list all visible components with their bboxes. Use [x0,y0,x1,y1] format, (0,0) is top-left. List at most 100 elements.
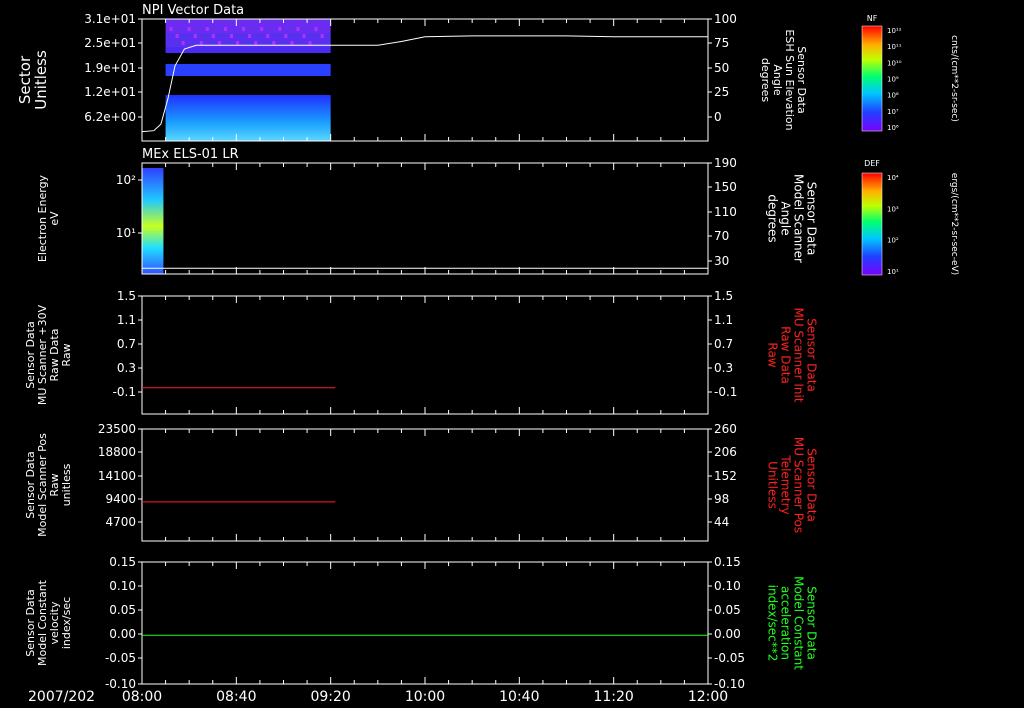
heatmap-speckle [314,27,318,31]
y-tick-label-left: 0.3 [117,361,136,375]
y-tick-label-right: 0.7 [714,337,733,351]
panel-4: 23500 18800 14100 9400 4700 260 206 152 98 44 Sens… [24,422,819,542]
panel-1: NPI Vector Data 3.1e+01 2.5e+01 1.9e+01 1.2e… [16,3,808,142]
y-tick-label-right: 0.05 [714,603,741,617]
npi-heatmap [165,19,331,141]
y-axis-label-right-line: degrees [766,194,780,242]
y-tick-label-right: 70 [714,229,729,243]
heatmap-band-lower [165,95,331,141]
y-axis-label-right-line: Raw [766,342,780,367]
panel-2: MEx ELS-01 LR 10² 10¹ 190 150 110 70 30 Electron… [36,147,819,275]
colorbars-layer: NF 10¹² 10¹¹ 10¹⁰ 10⁹ 10⁸ 10⁷ 10⁶ cnts/(cm**2-sr… [861,14,959,276]
colorbar-tick-label: 10⁷ [887,108,899,116]
heatmap-speckle [169,27,173,31]
colorbar-title: DEF [864,159,880,168]
y-tick-label-right: 152 [714,469,737,483]
y-tick-label-left: 0.10 [109,579,136,593]
y-axis-label-left-line: eV [48,211,61,226]
y-tick-label-left: 18800 [98,445,136,459]
heatmap-speckle [296,27,300,31]
heatmap-speckle [223,27,227,31]
y-axis-label-right-line: Model Scanner [792,174,806,263]
colorbar-tick-label: 10¹² [887,27,902,35]
time-tick-label: 10:40 [499,689,539,705]
y-axis-label-left: Sensor DataMU Scanner +30VRaw DataRaw [24,304,73,405]
panel-3: 1.5 1.1 0.7 0.3 -0.1 1.5 1.1 0.7 0.3 -0.1 Sensor D… [24,289,819,415]
y-tick-label-right: 0.10 [714,579,741,593]
heatmap-band-upper-b [165,47,331,53]
y-tick-label-right: 1.5 [714,289,733,303]
y-tick-label-right: 30 [714,254,729,268]
y-tick-label-left: 1.2e+01 [84,85,136,99]
y-axis-label-right-line: Model Constant [792,576,806,670]
y-tick-label-left: 14100 [98,469,136,483]
y-tick-label-left: 1.9e+01 [84,61,136,75]
y-tick-label-right: 0 [714,110,722,124]
y-axis-label-right-line: degrees [759,58,772,103]
heatmap-speckle [284,34,288,38]
els-heatmap [142,168,164,274]
heatmap-speckle [211,34,215,38]
heatmap-speckle [278,27,282,31]
heatmap-speckle [320,34,324,38]
heatmap-band-mid [165,64,331,76]
heatmap-speckle [242,27,246,31]
heatmap-speckle [260,27,264,31]
y-axis-label-right-line: MU Scanner Init [792,307,806,402]
time-tick-label: 08:40 [216,689,256,705]
y-axis-label-right-line: Sensor Data [805,182,819,256]
colorbar-tick-label: 10⁸ [887,92,899,100]
y-tick-label-left: 9400 [105,492,136,506]
colorbar-2: DEF 10⁴ 10³ 10² 10¹ ergs/(cm**2-sr-sec-eV) [861,159,959,276]
time-tick-label: 11:20 [593,689,633,705]
heatmap-speckle [181,41,185,45]
y-axis-label-left: Sensor DataModel Constantvelocityindex/s… [24,579,73,666]
multi-panel-time-series-plot: NPI Vector Data 3.1e+01 2.5e+01 1.9e+01 1.2e… [16,3,959,705]
heatmap-speckle [248,34,252,38]
y-tick-label-left: 10¹ [116,226,136,240]
heatmap-speckle [193,34,197,38]
y-tick-label-right: 190 [714,156,737,170]
colorbar-tick-label: 10⁹ [887,76,899,84]
colorbar-tick-label: 10¹¹ [887,43,902,51]
heatmap-speckle [272,41,276,45]
y-tick-label-right: 1.1 [714,313,733,327]
time-axis: 08:00 08:40 09:20 10:00 10:40 11:20 12:00 [122,689,728,705]
y-tick-label-left: 3.1e+01 [84,12,136,26]
y-tick-label-left: -0.1 [113,385,136,399]
y-axis-label-right-line: Angle [779,201,793,235]
y-tick-label-left: 0.00 [109,627,136,641]
time-tick-label: 09:20 [310,689,350,705]
colorbar-tick-label: 10² [887,237,899,245]
y-axis-label-right-line: index/sec**2 [766,585,780,662]
y-axis-label-left: Sensor DataModel Scanner PosRawunitless [24,433,73,537]
colorbar-gradient [861,172,883,276]
y-tick-label-left: 4700 [105,515,136,529]
y-axis-label-right: Sensor DataModel ScannerAngledegrees [766,174,819,263]
colorbar-gradient [861,25,883,132]
y-axis-label-right-line: acceleration [779,586,793,660]
heatmap-speckle [236,41,240,45]
y-axis-label-right-line: MU Scanner Pos [792,437,806,533]
y-tick-label-right: 25 [714,85,729,99]
colorbar-tick-label: 10⁶ [887,124,899,132]
y-tick-label-left: 10² [116,173,136,187]
heatmap-speckle [175,34,179,38]
panel-frame [141,162,709,275]
date-label: 2007/202 [28,689,95,705]
y-axis-label-left-line: Unitless [32,50,50,110]
y-tick-label-left: 2.5e+01 [84,36,136,50]
time-tick-label: 08:00 [122,689,162,705]
panel-frame [141,295,709,415]
y-axis-label-right-line: Telemetry [779,454,793,514]
heatmap-speckle [308,41,312,45]
colorbar-label: cnts/(cm**2-sr-sec) [949,35,959,122]
colorbar-tick-label: 10³ [887,205,899,213]
y-tick-label-right: 0.3 [714,361,733,375]
y-axis-label-right-line: Sensor Data [805,318,819,392]
heatmap-speckle [199,41,203,45]
panel-5: 0.150.100.050.00-0.05-0.100.150.100.050.… [24,555,819,691]
heatmap-speckle [290,41,294,45]
y-tick-label-right: 75 [714,36,729,50]
y-axis-label-left: SectorUnitless [16,50,50,110]
